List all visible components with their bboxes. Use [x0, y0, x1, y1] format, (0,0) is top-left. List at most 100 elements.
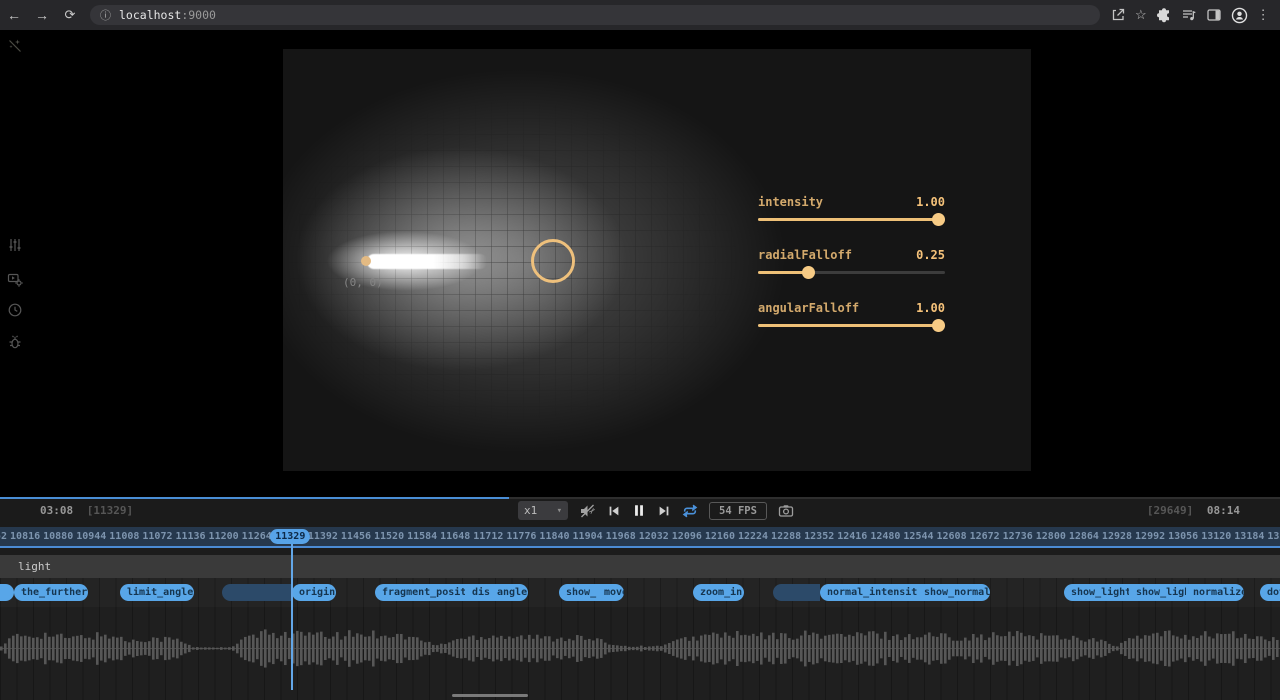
- extensions-puzzle-icon[interactable]: [1156, 7, 1172, 23]
- url-port: :9000: [181, 8, 216, 22]
- forward-icon[interactable]: →: [28, 7, 56, 23]
- speed-value: x1: [524, 504, 537, 517]
- ruler-frame-label: 13056: [1168, 531, 1198, 542]
- current-frame-badge[interactable]: 11329: [270, 529, 310, 544]
- ruler-frame-label: 10944: [76, 531, 106, 542]
- screenshot-camera-icon[interactable]: [778, 503, 794, 519]
- clip[interactable]: dot: [1260, 584, 1280, 601]
- audio-waveform[interactable]: [0, 607, 1280, 700]
- clip[interactable]: limit_angle: [120, 584, 194, 601]
- side-panel-icon[interactable]: [1206, 7, 1222, 23]
- clip[interactable]: show_normal: [917, 584, 990, 601]
- clip[interactable]: dist: [465, 584, 490, 601]
- ruler-frame-label: 11392: [308, 531, 338, 542]
- clip[interactable]: [0, 584, 14, 601]
- frame-ruler[interactable]: 11329 1075210816108801094411008110721113…: [0, 527, 1280, 548]
- ruler-frame-label: 12800: [1036, 531, 1066, 542]
- slider-label: radialFalloff: [758, 248, 852, 262]
- slider-value: 1.00: [916, 195, 945, 209]
- clip-body[interactable]: [773, 584, 820, 601]
- app-viewport: (0, 0) intensity 1.00 radialFalloff 0.25: [0, 30, 1280, 497]
- slider-radial-falloff[interactable]: radialFalloff 0.25: [758, 248, 945, 274]
- light-origin-handle[interactable]: [361, 256, 371, 266]
- clip-body[interactable]: [222, 584, 292, 601]
- ruler-frame-label: 12096: [672, 531, 702, 542]
- track-header[interactable]: light: [0, 555, 1280, 578]
- tune-sliders-icon[interactable]: [7, 237, 23, 258]
- ruler-frame-label: 11008: [109, 531, 139, 542]
- profile-avatar[interactable]: [1231, 7, 1248, 24]
- ruler-frame-label: 11200: [209, 531, 239, 542]
- ruler-frame-label: 10880: [43, 531, 73, 542]
- clip[interactable]: move: [597, 584, 624, 601]
- ruler-frame-label: 11712: [473, 531, 503, 542]
- clips-track[interactable]: the_further limit_angle origin fragment_pos…: [0, 578, 1280, 607]
- skip-end-icon[interactable]: [657, 504, 671, 518]
- pause-icon[interactable]: [632, 503, 646, 518]
- ruler-frame-label: 12672: [970, 531, 1000, 542]
- media-list-icon[interactable]: [1181, 7, 1197, 23]
- bookmark-star-icon[interactable]: ☆: [1135, 7, 1147, 23]
- ruler-frame-label: 10752: [0, 531, 7, 542]
- fps-counter: 54 FPS: [709, 502, 767, 520]
- mute-icon[interactable]: [579, 503, 596, 519]
- loop-icon[interactable]: [682, 503, 698, 519]
- menu-kebab-icon[interactable]: ⋮: [1257, 7, 1270, 23]
- total-time: 08:14: [1207, 504, 1240, 517]
- site-info-icon[interactable]: ⓘ: [100, 7, 111, 23]
- share-icon[interactable]: [1110, 7, 1126, 23]
- slider-intensity[interactable]: intensity 1.00: [758, 195, 945, 221]
- slider-knob[interactable]: [802, 266, 815, 279]
- ruler-frame-label: 12224: [738, 531, 768, 542]
- playhead[interactable]: [291, 544, 293, 690]
- url-host: localhost: [119, 8, 181, 22]
- timeline: 11329 1075210816108801094411008110721113…: [0, 527, 1280, 700]
- ruler-frame-label: 11136: [175, 531, 205, 542]
- seek-progress: [0, 497, 509, 499]
- ruler-frame-label: 12160: [705, 531, 735, 542]
- timeline-divider: [0, 548, 1280, 555]
- slider-angular-falloff[interactable]: angularFalloff 1.00: [758, 301, 945, 327]
- total-frames: [29649]: [1147, 504, 1193, 517]
- slider-track[interactable]: [758, 218, 945, 221]
- preview-canvas[interactable]: (0, 0) intensity 1.00 radialFalloff 0.25: [283, 49, 1031, 471]
- screen: ← → ⟳ ⓘ localhost:9000 ☆ ⋮: [0, 0, 1280, 700]
- seek-rail[interactable]: [0, 497, 1280, 499]
- ruler-frame-label: 11520: [374, 531, 404, 542]
- back-icon[interactable]: ←: [0, 7, 28, 23]
- skip-start-icon[interactable]: [607, 504, 621, 518]
- clip[interactable]: show_: [559, 584, 597, 601]
- clip[interactable]: show_ligh: [1129, 584, 1186, 601]
- clip[interactable]: show_light_: [1064, 584, 1129, 601]
- clip[interactable]: the_further: [14, 584, 88, 601]
- slider-track[interactable]: [758, 324, 945, 327]
- speed-select[interactable]: x1▾: [518, 501, 568, 520]
- current-frame: [11329]: [87, 504, 133, 517]
- slider-track[interactable]: [758, 271, 945, 274]
- bug-debug-icon[interactable]: [7, 334, 23, 355]
- origin-coordinates-label: (0, 0): [343, 276, 383, 289]
- ruler-frame-label: 12480: [870, 531, 900, 542]
- ruler-frame-label: 13248: [1267, 531, 1280, 542]
- ruler-frame-label: 13120: [1201, 531, 1231, 542]
- media-settings-icon[interactable]: [7, 271, 23, 292]
- clip[interactable]: origin: [292, 584, 336, 601]
- refresh-icon[interactable]: ⟳: [56, 7, 84, 23]
- address-bar[interactable]: ⓘ localhost:9000: [90, 5, 1100, 25]
- slider-knob[interactable]: [932, 213, 945, 226]
- clip[interactable]: normal_intensity: [820, 584, 917, 601]
- clip[interactable]: normalize: [1186, 584, 1244, 601]
- horizontal-scrollbar[interactable]: [452, 694, 528, 697]
- ruler-frame-label: 12288: [771, 531, 801, 542]
- clock-icon[interactable]: [7, 302, 23, 323]
- slider-knob[interactable]: [932, 319, 945, 332]
- playback-bar: 03:08 [11329] x1▾ 54 FPS: [0, 497, 1280, 527]
- ruler-frame-label: 11648: [440, 531, 470, 542]
- clip[interactable]: fragment_positi: [375, 584, 465, 601]
- wand-off-icon[interactable]: [7, 38, 23, 59]
- clip[interactable]: zoom_in: [693, 584, 744, 601]
- clip[interactable]: angle: [490, 584, 528, 601]
- waveform-graph: [0, 607, 1280, 700]
- selection-circle[interactable]: [531, 239, 575, 283]
- ruler-frame-label: 12736: [1003, 531, 1033, 542]
